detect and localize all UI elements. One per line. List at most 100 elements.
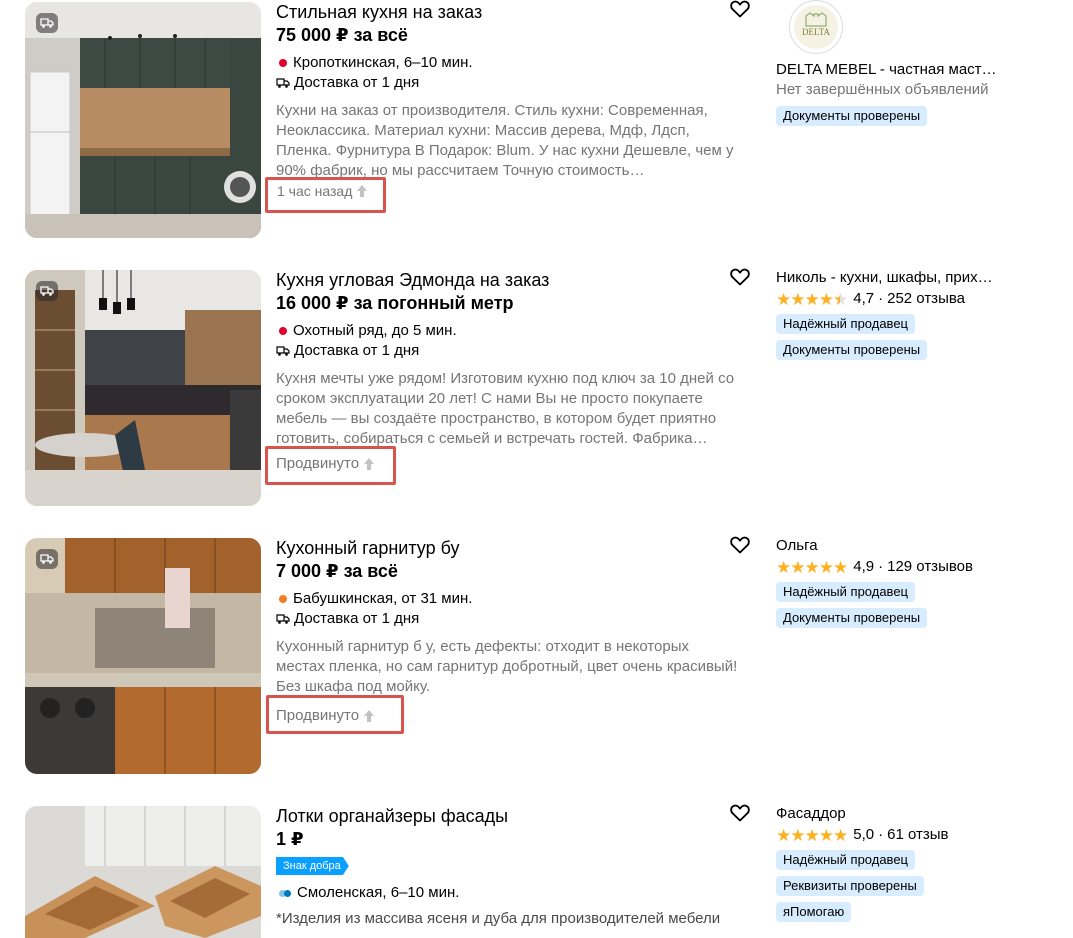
- favorite-button[interactable]: [730, 268, 750, 291]
- highlight-box: [265, 446, 396, 485]
- listing-description: Кухни на заказ от производителя. Стиль к…: [276, 102, 734, 179]
- seller-block: Николь - кухни, шкафы, прих… ★ ★ ★ ★ ★ 4…: [776, 268, 1066, 360]
- delivery-text: Доставка от 1 дня: [294, 610, 420, 627]
- kitchen-photo-image: [25, 2, 261, 238]
- seller-rating: ★ ★ ★ ★ ★ 4,9 · 129 отзывов: [776, 556, 1066, 578]
- favorite-button[interactable]: [730, 0, 750, 23]
- star-icon: ★: [776, 825, 791, 845]
- listing-title[interactable]: Стильная кухня на заказ: [276, 0, 746, 24]
- delivery-row: Доставка от 1 дня: [276, 609, 746, 629]
- rating-value: 4,9: [853, 558, 875, 575]
- star-icon: ★: [804, 557, 820, 577]
- review-count[interactable]: 129 отзывов: [887, 556, 973, 578]
- metro-station: Смоленская, 6–10 мин.: [297, 884, 460, 901]
- rating-stars: ★ ★ ★ ★ ★: [776, 557, 848, 577]
- ya-pomogayu-badge: яПомогаю: [776, 902, 852, 922]
- metro-row: Смоленская, 6–10 мин.: [276, 883, 746, 903]
- heart-icon: [730, 0, 750, 22]
- svg-text:DELTA: DELTA: [802, 27, 830, 37]
- documents-verified-badge: Документы проверены: [776, 608, 928, 628]
- delivery-text: Доставка от 1 дня: [294, 342, 420, 359]
- delivery-row: Доставка от 1 дня: [276, 341, 746, 361]
- delivery-row: Доставка от 1 дня: [276, 73, 746, 93]
- metro-row: Охотный ряд, до 5 мин.: [276, 321, 746, 341]
- star-icon: ★: [790, 825, 805, 845]
- listing-title[interactable]: Кухня угловая Эдмонда на заказ: [276, 268, 746, 292]
- documents-verified-badge: Документы проверены: [776, 106, 928, 126]
- star-icon: ★: [790, 557, 805, 577]
- seller-block: DELTA DELTA MEBEL - частная маст… Нет за…: [776, 0, 1066, 126]
- truck-icon: [276, 345, 290, 357]
- truck-icon: [36, 13, 58, 33]
- rating-stars: ★ ★ ★ ★ ★: [776, 289, 848, 309]
- reliable-seller-badge: Надёжный продавец: [776, 582, 915, 602]
- review-count[interactable]: 61 отзыв: [887, 824, 948, 846]
- listing-photo[interactable]: [25, 538, 261, 774]
- listing-description: *Изделия из массива ясеня и дуба для про…: [276, 910, 721, 927]
- rating-separator: ·: [878, 558, 884, 575]
- metro-station: Охотный ряд, до 5 мин.: [293, 322, 457, 339]
- seller-block: Ольга ★ ★ ★ ★ ★ 4,9 · 129 отзывов Надёжн…: [776, 536, 1066, 628]
- truck-icon: [36, 549, 58, 569]
- listing-title[interactable]: Кухонный гарнитур бу: [276, 536, 746, 560]
- reliable-seller-badge: Надёжный продавец: [776, 314, 915, 334]
- seller-logo[interactable]: DELTA: [789, 0, 843, 54]
- reliable-seller-badge: Надёжный продавец: [776, 850, 915, 870]
- listing-description: Кухонный гарнитур б у, есть дефекты: отх…: [276, 638, 738, 695]
- heart-icon: [730, 536, 750, 558]
- listing-info: Лотки органайзеры фасады 1 ₽ Знак добра …: [276, 804, 746, 929]
- listing-description: Кухня мечты уже рядом! Изготовим кухню п…: [276, 370, 735, 447]
- rating-separator: ·: [878, 290, 884, 307]
- metro-station: Кропоткинская, 6–10 мин.: [293, 54, 473, 71]
- heart-icon: [730, 804, 750, 826]
- seller-rating: ★ ★ ★ ★ ★ 5,0 · 61 отзыв: [776, 824, 1066, 846]
- seller-name[interactable]: Ольга: [776, 536, 996, 556]
- listing-photo[interactable]: [25, 2, 261, 238]
- star-icon: ★: [818, 825, 834, 845]
- kitchen-photo-image: [25, 270, 261, 506]
- rating-stars: ★ ★ ★ ★ ★: [776, 825, 848, 845]
- listing-price: 75 000 ₽ за всё: [276, 25, 408, 45]
- delta-logo-icon: DELTA: [794, 5, 838, 49]
- metro-row: Бабушкинская, от 31 мин.: [276, 589, 746, 609]
- highlight-box: [266, 695, 404, 734]
- listing-photo[interactable]: [25, 806, 261, 938]
- star-icon: ★: [790, 289, 805, 309]
- listing-card[interactable]: Кухня угловая Эдмонда на заказ 16 000 ₽ …: [0, 268, 1073, 508]
- metro-station: Бабушкинская, от 31 мин.: [293, 590, 473, 607]
- rating-value: 4,7: [853, 290, 875, 307]
- requisites-verified-badge: Реквизиты проверены: [776, 876, 924, 896]
- half-star-icon: ★: [833, 289, 848, 309]
- truck-icon: [276, 613, 290, 625]
- seller-subtitle: Нет завершённых объявлений: [776, 81, 989, 98]
- listing-card[interactable]: Кухонный гарнитур бу 7 000 ₽ за всё Бабу…: [0, 536, 1073, 776]
- star-icon: ★: [833, 557, 848, 577]
- metro-line-icon: [279, 59, 287, 67]
- listing-title[interactable]: Лотки органайзеры фасады: [276, 804, 746, 828]
- listing-card[interactable]: Стильная кухня на заказ 75 000 ₽ за всё …: [0, 0, 1073, 240]
- kitchen-photo-image: [25, 538, 261, 774]
- delivery-text: Доставка от 1 дня: [294, 74, 420, 91]
- favorite-button[interactable]: [730, 536, 750, 559]
- highlight-box: [265, 177, 386, 213]
- truck-icon: [276, 77, 290, 89]
- star-icon: ★: [776, 557, 791, 577]
- favorite-button[interactable]: [730, 804, 750, 827]
- star-icon: ★: [776, 289, 791, 309]
- listing-info: Стильная кухня на заказ 75 000 ₽ за всё …: [276, 0, 746, 201]
- listing-card[interactable]: Лотки органайзеры фасады 1 ₽ Знак добра …: [0, 804, 1073, 938]
- organizer-trays-photo-image: [25, 806, 261, 938]
- listing-price: 16 000 ₽ за погонный метр: [276, 293, 514, 313]
- seller-rating: ★ ★ ★ ★ ★ 4,7 · 252 отзыва: [776, 288, 1066, 310]
- star-icon: ★: [804, 825, 820, 845]
- documents-verified-badge: Документы проверены: [776, 340, 928, 360]
- star-icon: ★: [818, 557, 834, 577]
- seller-block: Фасаддор ★ ★ ★ ★ ★ 5,0 · 61 отзыв Надёжн…: [776, 804, 1066, 922]
- listing-price: 1 ₽: [276, 829, 304, 849]
- seller-name[interactable]: DELTA MEBEL - частная маст…: [776, 60, 1006, 80]
- seller-name[interactable]: Фасаддор: [776, 804, 996, 824]
- star-icon: ★: [833, 825, 848, 845]
- review-count[interactable]: 252 отзыва: [887, 288, 965, 310]
- listing-photo[interactable]: [25, 270, 261, 506]
- seller-name[interactable]: Николь - кухни, шкафы, прих…: [776, 268, 996, 288]
